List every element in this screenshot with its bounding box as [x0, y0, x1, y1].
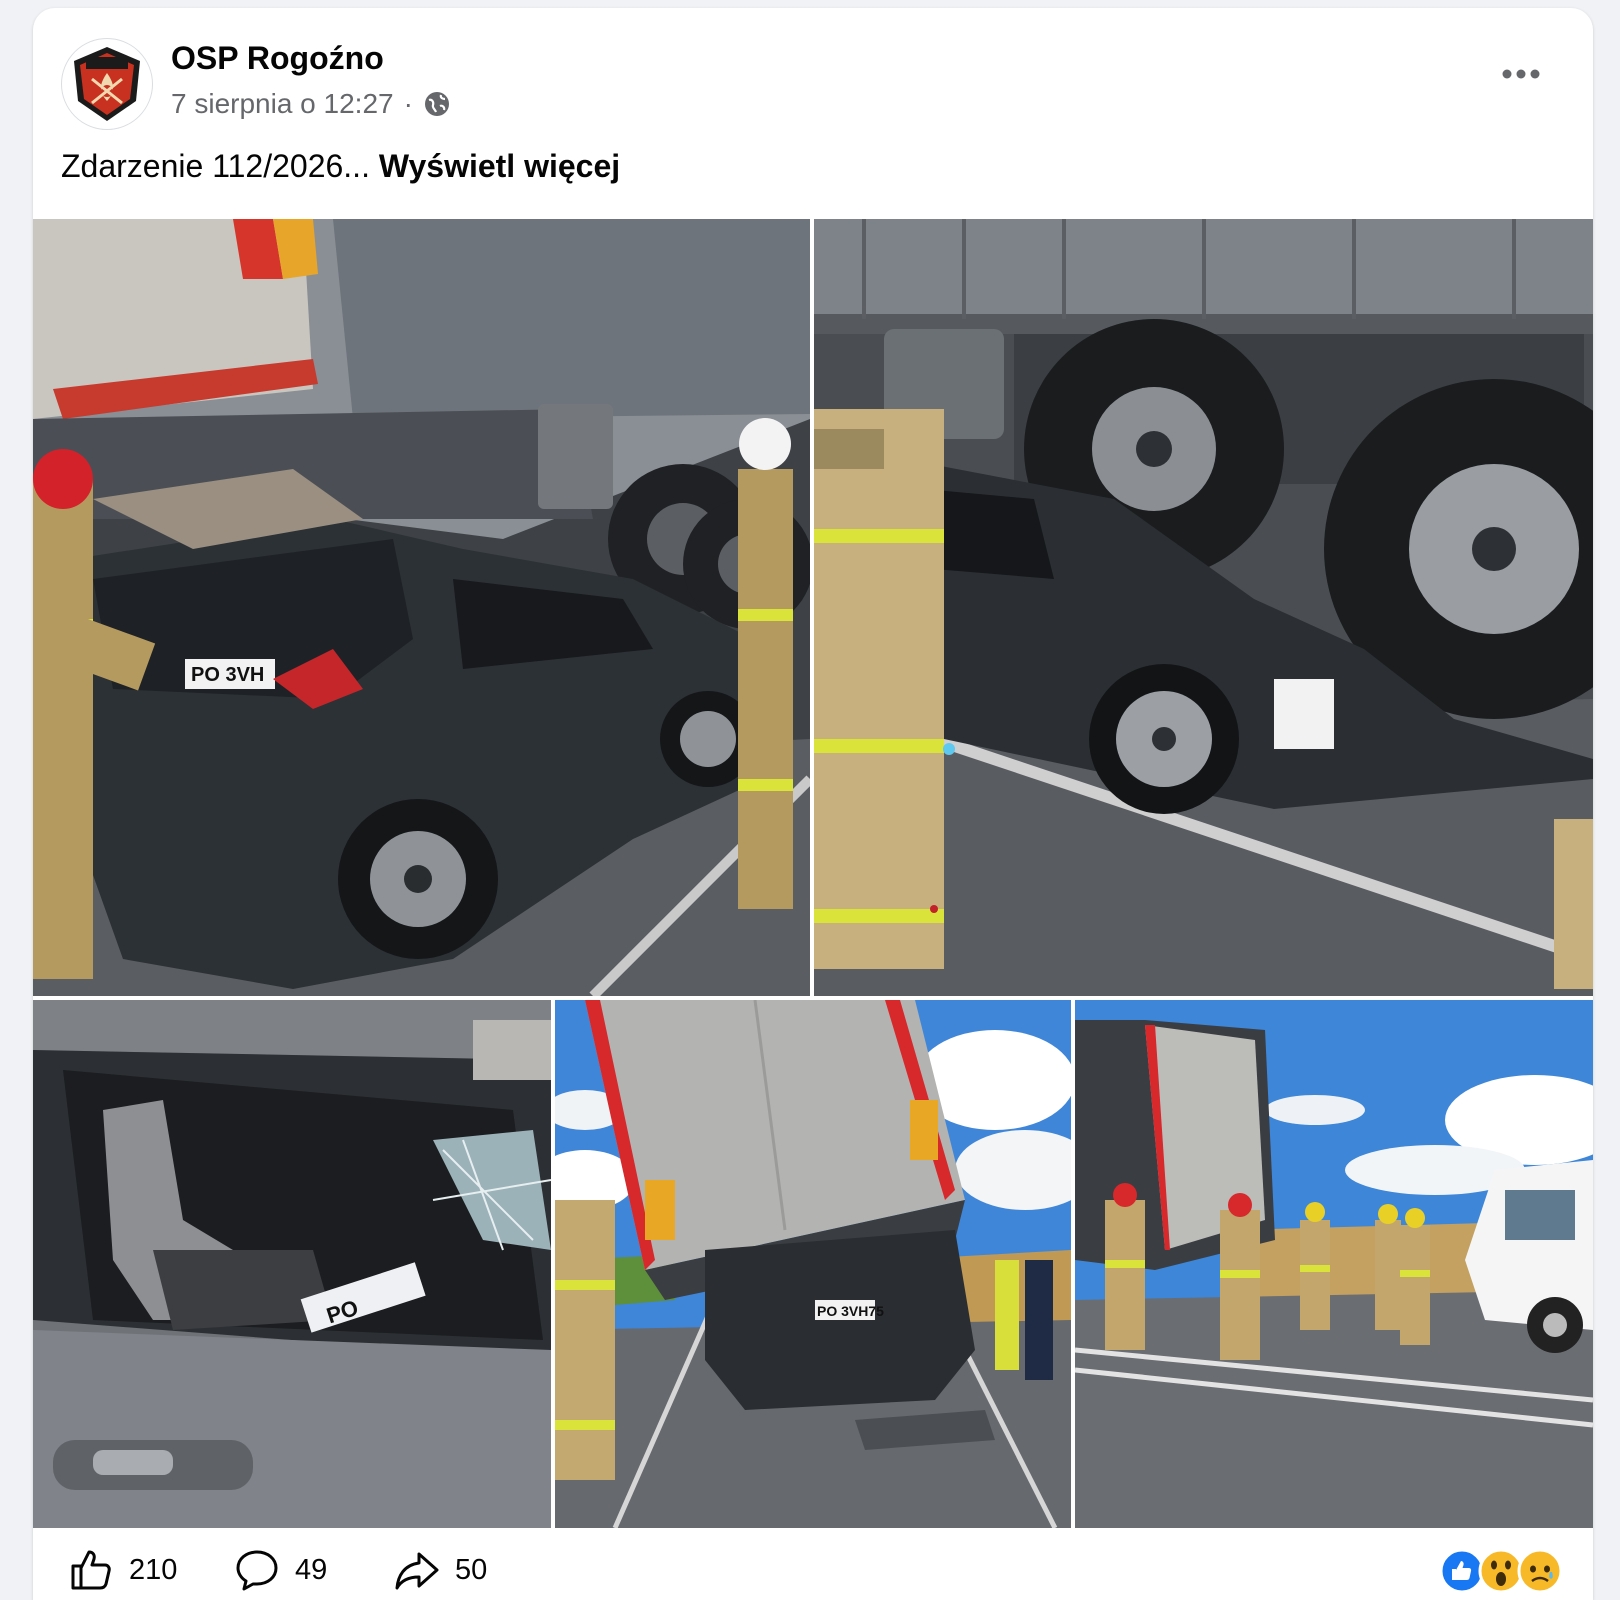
- plate-text: PO 3VH: [191, 664, 264, 686]
- comment-count: 49: [295, 1553, 328, 1586]
- like-count: 210: [129, 1553, 178, 1586]
- globe-icon[interactable]: [423, 90, 451, 118]
- like-reaction-icon: [1439, 1548, 1485, 1594]
- more-options-icon[interactable]: [1499, 64, 1543, 84]
- photo-rescue-scene[interactable]: [1075, 1000, 1593, 1528]
- share-count: 50: [455, 1553, 488, 1586]
- meta-separator: ·: [403, 88, 413, 119]
- post-text: Zdarzenie 112/2026... Wyświetl więcej: [61, 148, 620, 185]
- fire-brigade-logo: [63, 40, 151, 128]
- page-name[interactable]: OSP Rogoźno: [171, 40, 384, 77]
- like-icon: [71, 1550, 111, 1590]
- photo-car-interior[interactable]: PO: [33, 1000, 551, 1528]
- post-body: Zdarzenie 112/2026...: [61, 148, 370, 184]
- post-actions-bar: 210 49 50: [33, 1528, 1593, 1600]
- reactions-summary[interactable]: [1439, 1548, 1563, 1594]
- photo-car-under-trailer-rear[interactable]: PO 3VH: [33, 219, 810, 996]
- photo-car-under-trailer-side[interactable]: [814, 219, 1593, 996]
- comment-icon: [236, 1550, 278, 1591]
- post-timestamp[interactable]: 7 sierpnia o 12:27: [171, 88, 394, 120]
- page-avatar[interactable]: [61, 38, 153, 130]
- share-icon: [395, 1552, 439, 1590]
- comment-button[interactable]: 49: [233, 1546, 327, 1594]
- sad-reaction-icon: [1517, 1548, 1563, 1594]
- share-button[interactable]: 50: [393, 1546, 487, 1594]
- post-meta: 7 sierpnia o 12:27 ·: [171, 88, 451, 120]
- plate-text: PO 3VH75: [817, 1303, 884, 1319]
- wow-reaction-icon: [1478, 1548, 1524, 1594]
- post-card: OSP Rogoźno 7 sierpnia o 12:27 · Zdarzen…: [33, 8, 1593, 1600]
- see-more-link[interactable]: Wyświetl więcej: [379, 148, 620, 184]
- like-button[interactable]: 210: [67, 1546, 177, 1594]
- photo-trailer-rear-view[interactable]: PO 3VH75: [555, 1000, 1071, 1528]
